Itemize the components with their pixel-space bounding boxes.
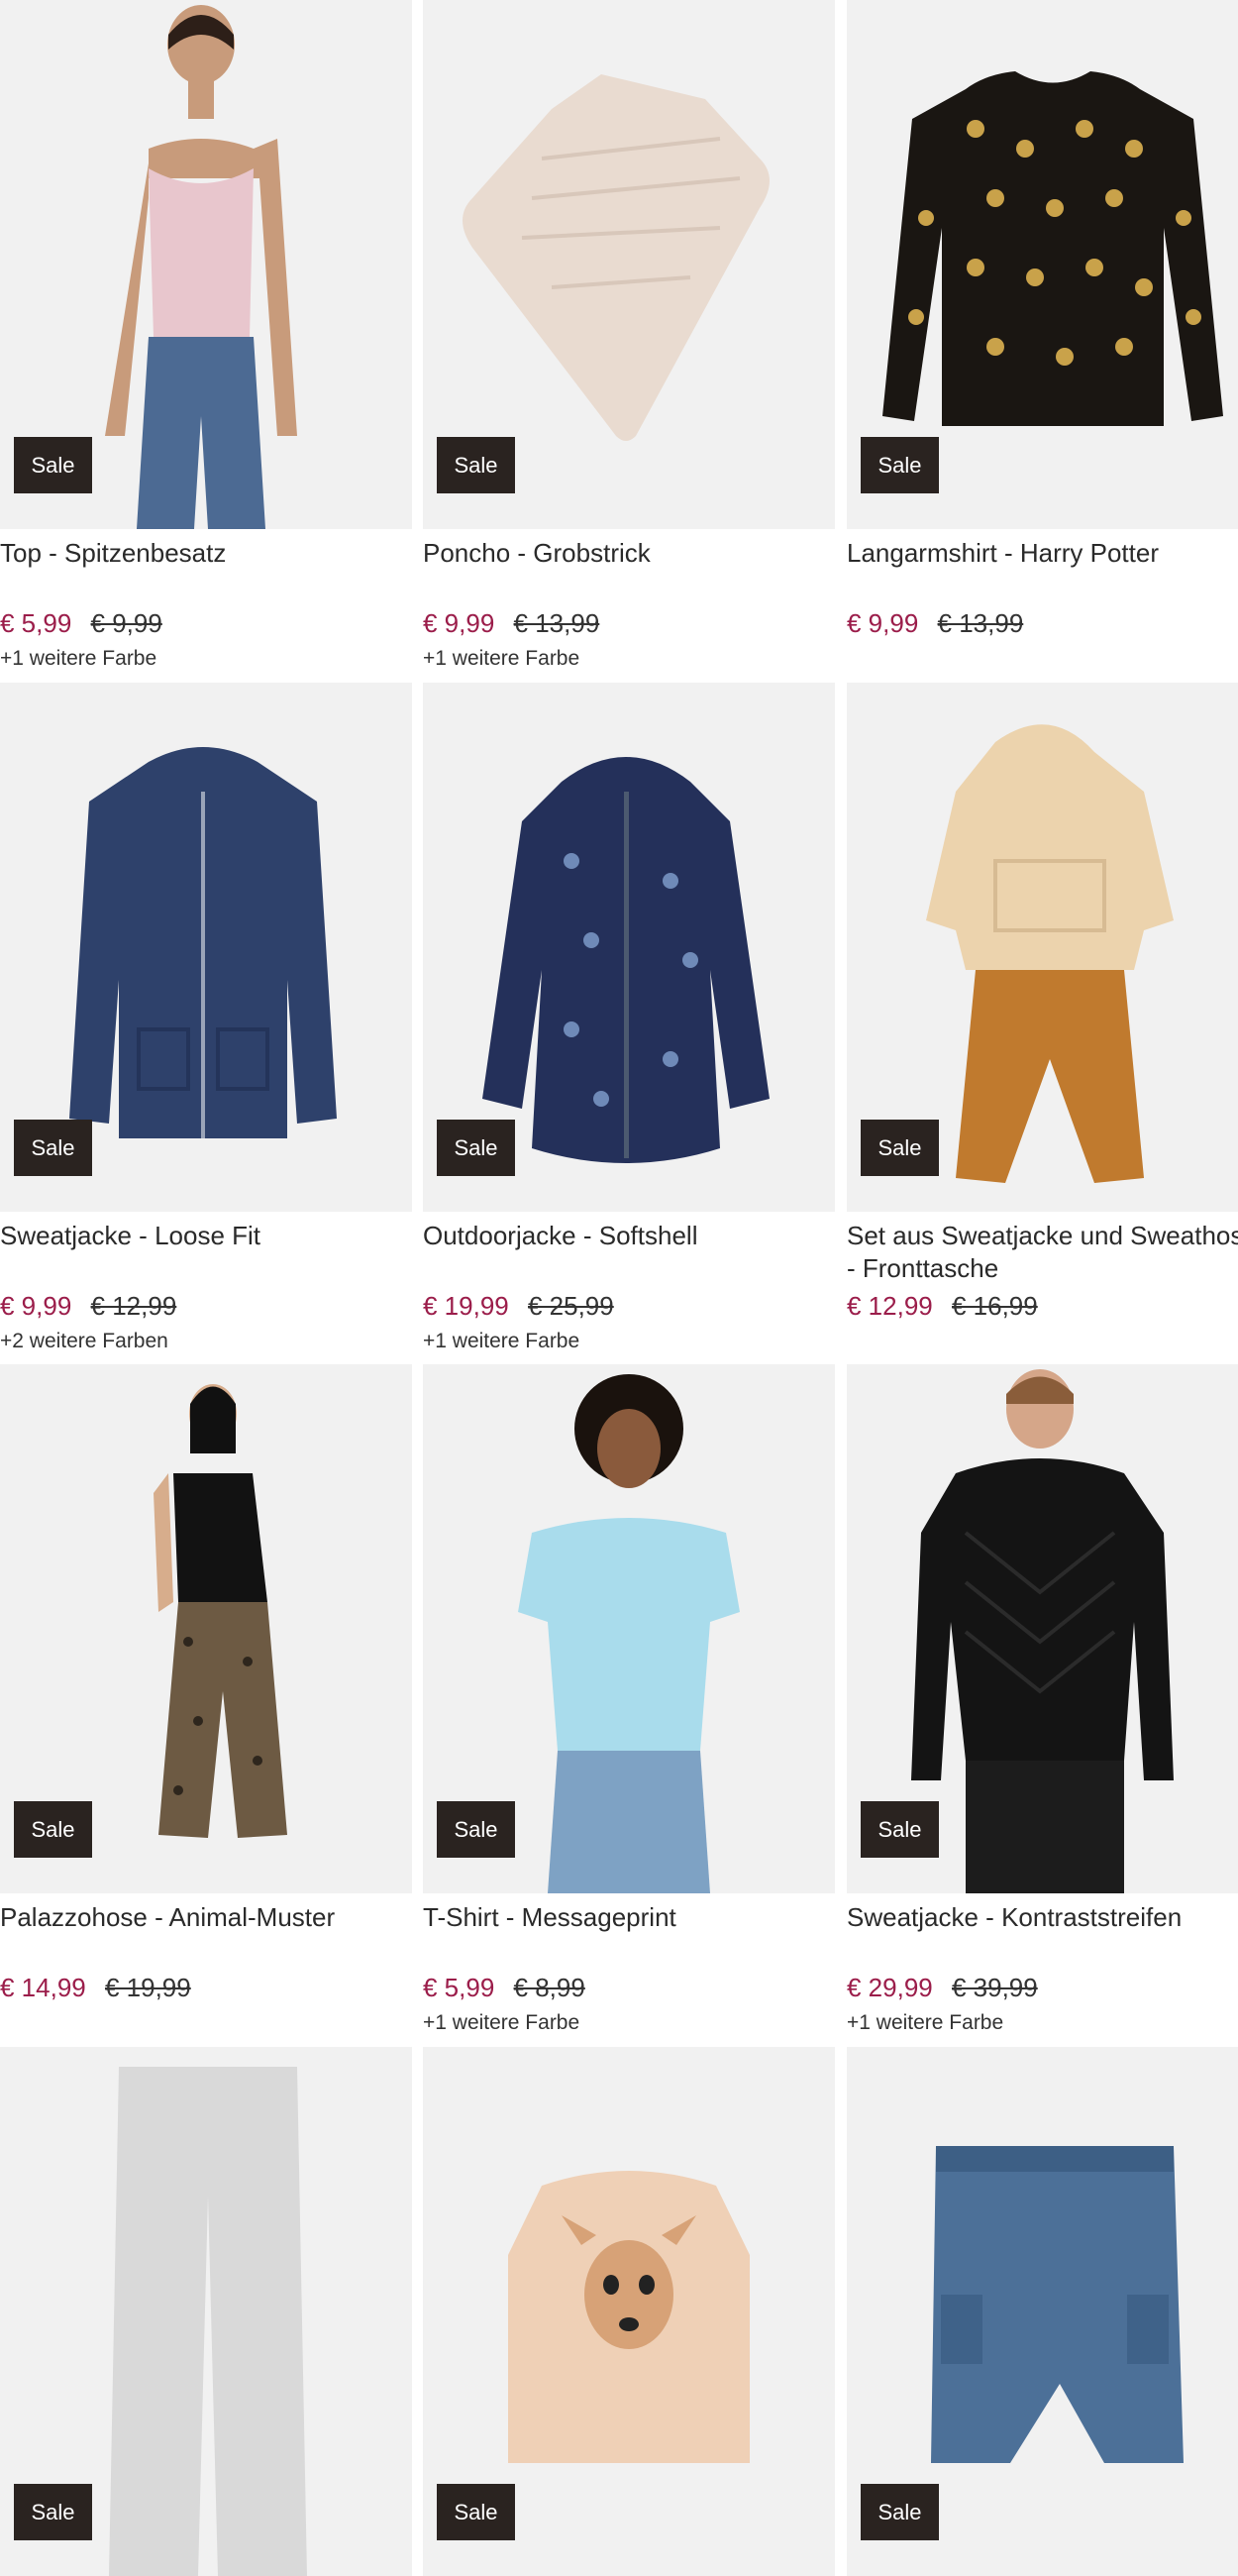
product-card[interactable]: Sale [423,2047,835,2576]
product-card[interactable]: Sale Sweatjacke - Kontraststreifen € 29,… [847,1364,1238,2034]
product-image[interactable]: Sale [0,683,412,1212]
sale-price: € 12,99 [847,1291,933,1321]
sale-badge: Sale [14,1120,92,1176]
product-title[interactable]: Poncho - Grobstrick [423,537,835,570]
sale-badge: Sale [861,1801,939,1858]
product-image[interactable]: Sale [0,1364,412,1893]
product-image[interactable]: Sale [847,0,1238,529]
sale-badge: Sale [437,1801,515,1858]
product-image[interactable]: Sale [423,683,835,1212]
product-title[interactable]: Set aus Sweatjacke und Sweathose - Front… [847,1220,1238,1285]
price-row: € 29,99 € 39,99 [847,1973,1038,2003]
sale-badge: Sale [437,2484,515,2540]
original-price: € 8,99 [513,1973,585,2002]
original-price: € 39,99 [951,1973,1038,2002]
color-count[interactable]: +1 weitere Farbe [423,1330,579,1353]
product-title[interactable]: T-Shirt - Messageprint [423,1901,835,1934]
color-count[interactable]: +1 weitere Farbe [423,2011,579,2035]
product-card[interactable]: Sale [0,2047,412,2576]
original-price: € 19,99 [104,1973,191,2002]
product-card[interactable]: Sale Poncho - Grobstrick € 9,99 € 13,99 … [423,0,835,670]
product-card[interactable]: Sale Palazzohose - Animal-Muster € 14,99… [0,1364,412,2002]
sale-badge: Sale [14,437,92,493]
price-row: € 9,99 € 13,99 [847,608,1023,639]
product-image[interactable]: Sale [423,1364,835,1893]
color-count[interactable]: +1 weitere Farbe [847,2011,1003,2035]
product-card[interactable]: Sale Langarmshirt - Harry Potter € 9,99 … [847,0,1238,638]
product-image[interactable]: Sale [847,1364,1238,1893]
price-row: € 5,99 € 8,99 [423,1973,585,2003]
original-price: € 9,99 [90,608,162,638]
original-price: € 13,99 [937,608,1024,638]
product-image[interactable]: Sale [0,2047,412,2576]
original-price: € 25,99 [527,1291,614,1321]
original-price: € 12,99 [90,1291,177,1321]
sale-badge: Sale [861,437,939,493]
color-count[interactable]: +2 weitere Farben [0,1330,168,1353]
product-title[interactable]: Sweatjacke - Loose Fit [0,1220,412,1252]
sale-price: € 19,99 [423,1291,509,1321]
original-price: € 13,99 [513,608,600,638]
product-image[interactable]: Sale [423,0,835,529]
sale-badge: Sale [437,437,515,493]
product-card[interactable]: Sale Set aus Sweatjacke und Sweathose - … [847,683,1238,1321]
sale-badge: Sale [861,2484,939,2540]
sale-badge: Sale [14,1801,92,1858]
product-title[interactable]: Langarmshirt - Harry Potter [847,537,1238,570]
product-image[interactable]: Sale [0,0,412,529]
product-card[interactable]: Sale Sweatjacke - Loose Fit € 9,99 € 12,… [0,683,412,1352]
original-price: € 16,99 [951,1291,1038,1321]
product-card[interactable]: Sale Outdoorjacke - Softshell € 19,99 € … [423,683,835,1352]
product-image[interactable]: Sale [847,2047,1238,2576]
product-title[interactable]: Sweatjacke - Kontraststreifen [847,1901,1238,1934]
sale-price: € 9,99 [0,1291,72,1321]
sale-badge: Sale [437,1120,515,1176]
product-image[interactable]: Sale [423,2047,835,2576]
sale-badge: Sale [861,1120,939,1176]
product-title[interactable]: Palazzohose - Animal-Muster [0,1901,412,1934]
price-row: € 19,99 € 25,99 [423,1291,614,1322]
sale-price: € 5,99 [423,1973,495,2002]
price-row: € 9,99 € 12,99 [0,1291,176,1322]
price-row: € 14,99 € 19,99 [0,1973,191,2003]
price-row: € 12,99 € 16,99 [847,1291,1038,1322]
color-count[interactable]: +1 weitere Farbe [423,647,579,671]
sale-price: € 9,99 [847,608,919,638]
sale-price: € 5,99 [0,608,72,638]
product-card[interactable]: Sale Top - Spitzenbesatz € 5,99 € 9,99 +… [0,0,412,670]
product-grid: Sale Top - Spitzenbesatz € 5,99 € 9,99 +… [0,0,1238,2576]
product-title[interactable]: Top - Spitzenbesatz [0,537,412,570]
product-card[interactable]: Sale [847,2047,1238,2576]
sale-badge: Sale [14,2484,92,2540]
sale-price: € 9,99 [423,608,495,638]
price-row: € 9,99 € 13,99 [423,608,599,639]
product-card[interactable]: Sale T-Shirt - Messageprint € 5,99 € 8,9… [423,1364,835,2034]
sale-price: € 14,99 [0,1973,86,2002]
color-count[interactable]: +1 weitere Farbe [0,647,156,671]
product-image[interactable]: Sale [847,683,1238,1212]
sale-price: € 29,99 [847,1973,933,2002]
product-title[interactable]: Outdoorjacke - Softshell [423,1220,835,1252]
price-row: € 5,99 € 9,99 [0,608,162,639]
